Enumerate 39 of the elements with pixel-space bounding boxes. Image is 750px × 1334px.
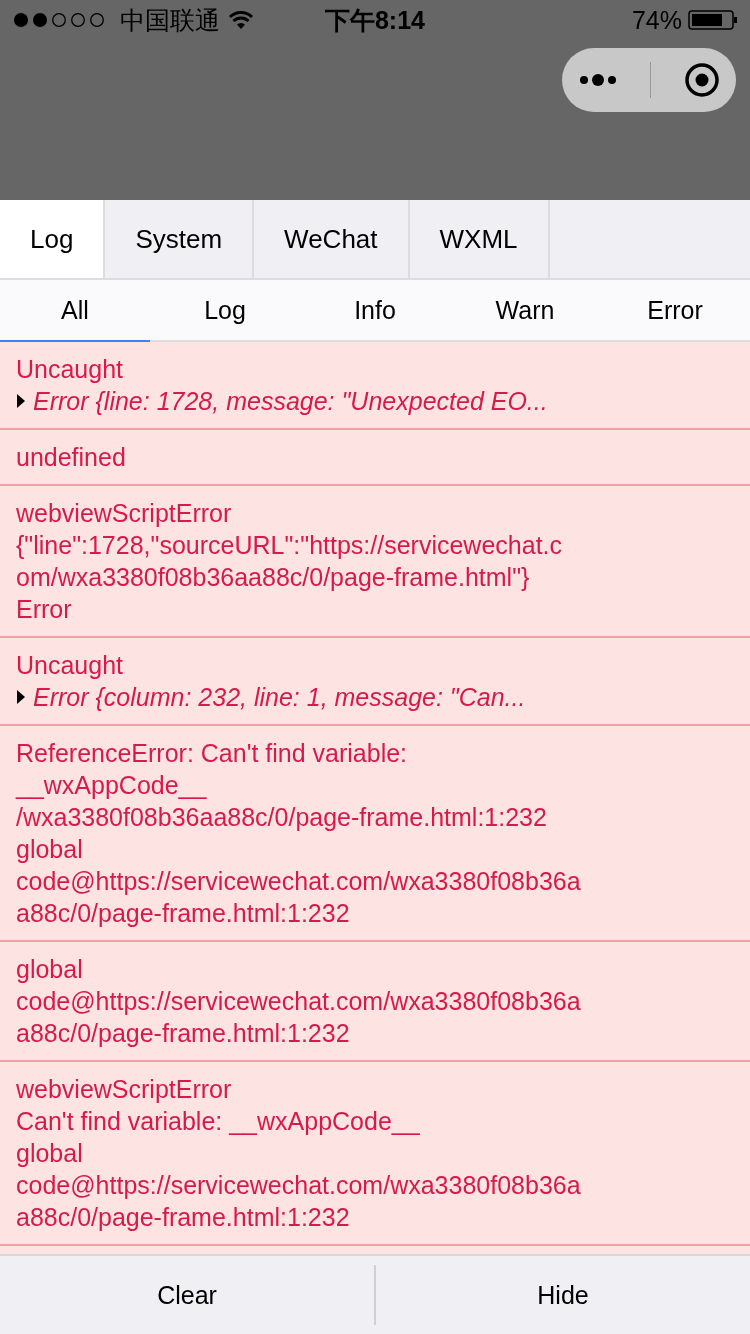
log-text: Can't find variable: __wxAppCode__ <box>16 1106 420 1137</box>
more-icon[interactable] <box>578 72 619 88</box>
log-text: ReferenceError: Can't find variable: <box>16 738 408 769</box>
log-text: global <box>16 1138 83 1169</box>
log-text: code@https://servicewechat.com/wxa3380f08b36a <box>16 1170 581 1201</box>
log-text: /wxa3380f08b36aa88c/0/page-frame.html:1:232 <box>16 802 547 833</box>
log-text: code@https://servicewechat.com/wxa3380f08b36a <box>16 986 581 1017</box>
log-text: Uncaught <box>16 650 124 681</box>
log-text: Uncaught <box>16 354 124 385</box>
log-text: global <box>16 834 83 865</box>
expand-triangle-icon[interactable] <box>16 689 26 705</box>
log-text: a88c/0/page-frame.html:1:232 <box>16 1202 350 1233</box>
wifi-icon <box>228 10 254 30</box>
log-text: {"line":1728,"sourceURL":"https://servicewechat.c <box>16 530 563 561</box>
filter-tab[interactable]: Log <box>150 280 300 342</box>
close-icon[interactable] <box>683 62 720 98</box>
battery-icon <box>688 10 738 30</box>
log-text: a88c/0/page-frame.html:1:232 <box>16 898 350 929</box>
log-text: undefined <box>16 442 126 473</box>
filter-tab[interactable]: Error <box>600 280 750 342</box>
log-text: Error <box>16 594 72 625</box>
log-object-text: Error {line: 1728, message: "Unexpected EO... <box>33 386 548 417</box>
expand-triangle-icon[interactable] <box>16 393 26 409</box>
log-text: code@https://servicewechat.com/wxa3380f08b36a <box>16 866 581 897</box>
log-text: __wxAppCode__ <box>16 770 207 801</box>
footer-button[interactable]: Clear <box>0 1265 374 1325</box>
log-text: webviewScriptError <box>16 498 232 529</box>
filter-tab[interactable]: Warn <box>450 280 600 342</box>
log-object-text: Error {column: 232, line: 1, message: "Can... <box>33 682 526 713</box>
footer-button[interactable]: Hide <box>374 1265 750 1325</box>
panel-tab[interactable]: Log <box>0 200 106 278</box>
log-text: webviewScriptError <box>16 1074 232 1105</box>
clock-time: 下午8:14 <box>324 4 425 36</box>
carrier-name: 中国联通 <box>120 4 220 36</box>
log-text: a88c/0/page-frame.html:1:232 <box>16 1018 350 1049</box>
filter-tab[interactable]: Info <box>300 280 450 342</box>
log-text: om/wxa3380f08b36aa88c/0/page-frame.html"} <box>16 562 530 593</box>
log-text: global <box>16 954 83 985</box>
battery-percent: 74% <box>631 5 682 35</box>
